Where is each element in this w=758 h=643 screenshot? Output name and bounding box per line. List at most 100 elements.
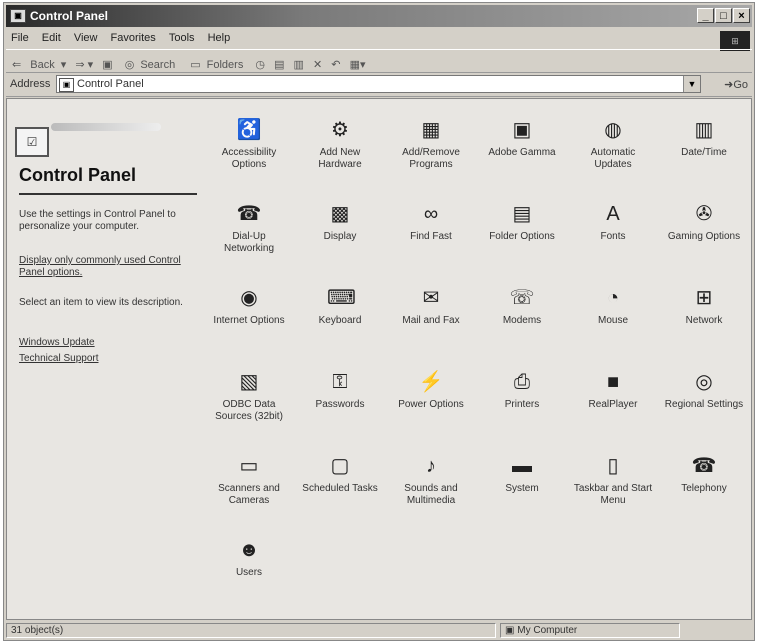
zone-cell: ▣ My Computer [500, 623, 680, 638]
computer-icon: ▬ [512, 455, 532, 477]
item-label: Mail and Fax [402, 315, 460, 326]
control-panel-item[interactable]: ■ RealPlayer [571, 369, 655, 411]
control-panel-item[interactable]: ◎ Regional Settings [662, 369, 746, 411]
menu-tools[interactable]: Tools [164, 29, 200, 47]
item-label: Accessibility Options [221, 147, 277, 170]
control-panel-item[interactable]: ▤ Folder Options [480, 201, 564, 243]
control-panel-item[interactable]: ▥ Date/Time [662, 117, 746, 159]
control-panel-item[interactable]: ▣ Adobe Gamma [480, 117, 564, 159]
control-panel-item[interactable]: ⚙ Add New Hardware [298, 117, 382, 171]
control-panel-item[interactable]: ▢ Scheduled Tasks [298, 453, 382, 495]
go-label: Go [733, 79, 748, 91]
item-label: RealPlayer [588, 399, 638, 410]
item-label: Printers [504, 399, 540, 410]
address-dropdown-button[interactable]: ▼ [683, 76, 700, 92]
dialup-icon: ☎ [236, 203, 262, 225]
item-label: Regional Settings [664, 399, 744, 410]
control-panel-icon: ☑ [15, 127, 49, 157]
control-panel-item[interactable]: ♪ Sounds and Multimedia [389, 453, 473, 507]
maximize-button[interactable]: □ [715, 8, 732, 23]
hardware-icon: ⚙ [331, 119, 349, 141]
control-panel-item[interactable]: ♿ Accessibility Options [207, 117, 291, 171]
control-panel-item[interactable]: ◉ Internet Options [207, 285, 291, 327]
windows-update-link[interactable]: Windows Update [19, 337, 199, 349]
go-button[interactable]: ➜Go [724, 78, 748, 91]
item-label: Taskbar and Start Menu [573, 483, 653, 506]
telephone-icon: ☎ [691, 455, 717, 477]
control-panel-item[interactable]: ⎙ Printers [480, 369, 564, 411]
common-options-link[interactable]: Display only commonly used Control Panel… [19, 255, 199, 279]
item-label: Network [685, 315, 723, 326]
tasks-icon: ▢ [330, 455, 350, 477]
windows-logo-icon: ⊞ [720, 31, 750, 51]
binoculars-icon: ∞ [423, 203, 439, 225]
keyboard-icon: ⌨ [327, 287, 356, 309]
object-count: 31 object(s) [6, 623, 496, 638]
control-panel-item[interactable]: ▧ ODBC Data Sources (32bit) [207, 369, 291, 423]
item-label: Scanners and Cameras [218, 483, 280, 506]
control-panel-item[interactable]: ◍ Automatic Updates [571, 117, 655, 171]
control-panel-item[interactable]: ⌨ Keyboard [298, 285, 382, 327]
menu-favorites[interactable]: Favorites [106, 29, 161, 47]
menu-bar: File Edit View Favorites Tools Help [6, 29, 752, 49]
control-panel-item[interactable]: ▬ System [480, 453, 564, 495]
address-bar: Address ▣ Control Panel ▼ ➜Go [6, 72, 752, 97]
mail-icon: ✉ [422, 287, 440, 309]
info-pane: ☑ Control Panel Use the settings in Cont… [7, 99, 207, 619]
control-panel-item[interactable]: ◔ Mouse [571, 285, 655, 327]
modem-icon: ☏ [509, 287, 535, 309]
item-label: Dial-Up Networking [223, 231, 275, 254]
control-panel-item[interactable]: ☎ Dial-Up Networking [207, 201, 291, 255]
control-panel-item[interactable]: ☎ Telephony [662, 453, 746, 495]
icon-grid: ♿ Accessibility Options ⚙ Add New Hardware ▦… [207, 99, 751, 619]
item-label: Fonts [600, 231, 626, 242]
window-title: Control Panel [30, 9, 109, 23]
control-panel-item[interactable]: ✉ Mail and Fax [389, 285, 473, 327]
control-panel-item[interactable]: ☏ Modems [480, 285, 564, 327]
control-panel-item[interactable]: A Fonts [571, 201, 655, 243]
address-field[interactable]: ▣ Control Panel ▼ [56, 75, 701, 93]
item-label: Sounds and Multimedia [404, 483, 458, 506]
status-bar: 31 object(s) ▣ My Computer [6, 622, 752, 639]
menu-file[interactable]: File [6, 29, 34, 47]
item-label: System [505, 483, 539, 494]
technical-support-link[interactable]: Technical Support [19, 353, 199, 365]
pane-title: Control Panel [19, 165, 137, 185]
close-button[interactable]: × [733, 8, 750, 23]
folder-icon: ▤ [512, 203, 532, 225]
item-label: Mouse [597, 315, 628, 326]
database-icon: ▧ [239, 371, 259, 393]
item-label: Keyboard [318, 315, 362, 326]
control-panel-item[interactable]: ☻ Users [207, 537, 291, 579]
control-panel-item[interactable]: ✇ Gaming Options [662, 201, 746, 243]
control-panel-icon: ▣ [10, 9, 26, 23]
programs-icon: ▦ [421, 119, 441, 141]
control-panel-item[interactable]: ▯ Taskbar and Start Menu [571, 453, 655, 507]
item-label: Users [235, 567, 263, 578]
control-panel-window: ▣ Control Panel _ □ × File Edit View Fav… [3, 2, 755, 641]
power-icon: ⚡ [418, 371, 444, 393]
select-hint-text: Select an item to view its description. [19, 297, 183, 308]
accessibility-icon: ♿ [236, 119, 262, 141]
control-panel-item[interactable]: ▩ Display [298, 201, 382, 243]
control-panel-item[interactable]: ⚿ Passwords [298, 369, 382, 411]
mouse-icon: ◔ [606, 287, 620, 309]
minimize-button[interactable]: _ [697, 8, 714, 23]
item-label: Telephony [681, 483, 727, 494]
item-label: Automatic Updates [590, 147, 636, 170]
printer-icon: ⎙ [514, 371, 530, 393]
control-panel-item[interactable]: ⊞ Network [662, 285, 746, 327]
title-bar[interactable]: ▣ Control Panel _ □ × [6, 5, 752, 27]
item-label: Display [323, 231, 357, 242]
control-panel-item[interactable]: ▭ Scanners and Cameras [207, 453, 291, 507]
menu-help[interactable]: Help [203, 29, 236, 47]
monitor-icon: ▣ [512, 119, 532, 141]
control-panel-item[interactable]: ⚡ Power Options [389, 369, 473, 411]
control-panel-item[interactable]: ▦ Add/Remove Programs [389, 117, 473, 171]
menu-view[interactable]: View [69, 29, 103, 47]
intro-text: Use the settings in Control Panel to per… [19, 209, 176, 232]
item-label: Power Options [398, 399, 464, 410]
menu-edit[interactable]: Edit [37, 29, 66, 47]
control-panel-item[interactable]: ∞ Find Fast [389, 201, 473, 243]
item-label: Add New Hardware [318, 147, 362, 170]
